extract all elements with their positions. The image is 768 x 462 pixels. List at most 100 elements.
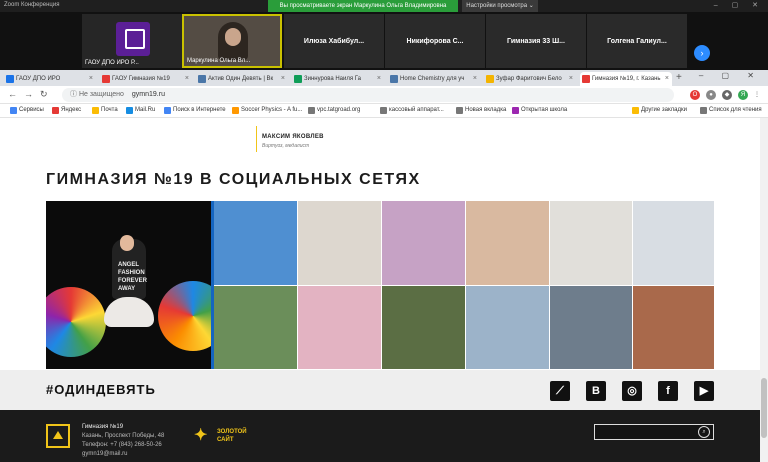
reload-icon[interactable]: ↻	[40, 89, 48, 100]
opera-extension-icon[interactable]: O	[690, 90, 700, 100]
menu-icon[interactable]: ⋮	[752, 90, 762, 100]
extension-icon[interactable]: ●	[706, 90, 716, 100]
gold-site-label[interactable]: ЗОЛОТОЙ САЙТ	[217, 428, 247, 444]
tab-favicon-icon	[486, 75, 494, 83]
close-tab-icon[interactable]: ×	[377, 72, 381, 86]
bookmark-label: Список для чтения	[709, 107, 762, 113]
bookmark-item[interactable]: vpc.tatgroad.org	[308, 107, 361, 114]
puzzle-icon[interactable]: ◆	[722, 90, 732, 100]
address-bar: ← → ↻ ⓘ Не защищено gymn19.ru O ● ◆ Я ⋮	[0, 86, 768, 104]
social-photo[interactable]	[382, 201, 465, 285]
browser-tab[interactable]: Зиннурова Наиля Га ×	[292, 72, 384, 86]
browser-tab[interactable]: ГАОУ Гимназия №19 ×	[100, 72, 192, 86]
participant-tile-markulina[interactable]: Маркулина Ольга Вл...	[182, 14, 282, 68]
close-tab-icon[interactable]: ×	[89, 72, 93, 86]
browser-tab[interactable]: ГАОУ ДПО ИРО ×	[4, 72, 96, 86]
close-tab-icon[interactable]: ×	[473, 72, 477, 86]
gymnasium-logo-icon[interactable]	[46, 424, 70, 448]
social-photo[interactable]	[382, 286, 465, 369]
instagram-icon[interactable]: ◎	[622, 381, 642, 401]
social-photo[interactable]	[214, 201, 297, 285]
bookmark-item[interactable]: Новая вкладка	[456, 107, 506, 114]
globe-icon	[456, 107, 463, 114]
social-photo[interactable]	[550, 201, 632, 285]
social-photo[interactable]	[298, 286, 381, 369]
participant-tile[interactable]: Илюза Хабибул...	[284, 14, 384, 68]
profile-avatar[interactable]: Я	[738, 90, 748, 100]
umbrella-icon	[46, 287, 106, 357]
bookmark-item[interactable]: Яндекс	[52, 107, 82, 114]
url-text: gymn19.ru	[131, 91, 165, 98]
footer-search-input[interactable]	[594, 424, 714, 440]
globe-icon	[380, 107, 387, 114]
gold-site-icon[interactable]: ✦	[194, 426, 212, 446]
back-icon[interactable]: ←	[8, 89, 17, 99]
bookmark-item[interactable]: Soccer Physics - A fu...	[232, 107, 302, 114]
participant-name: Голгена Галиул...	[607, 38, 667, 45]
bookmark-item[interactable]: Другие закладки	[632, 107, 687, 114]
bookmark-label: Яндекс	[61, 107, 82, 113]
social-photo[interactable]	[466, 201, 549, 285]
web-page: МАКСИМ ЯКОВЛЕВ Виртуоз, медалист ГИМНАЗИ…	[0, 118, 768, 462]
browser-tab-active[interactable]: Гимназия №19, г. Казань ×	[580, 72, 672, 86]
participant-caption: ГАОУ ДПО ИРО Р...	[85, 60, 139, 66]
close-tab-icon[interactable]: ×	[569, 72, 573, 86]
social-photo[interactable]	[298, 201, 381, 285]
tab-label: Зуфар Фаритович Бело	[496, 76, 562, 82]
participant-face	[225, 28, 241, 46]
social-photo[interactable]	[633, 286, 714, 369]
adobe-icon[interactable]: ⟋	[550, 381, 570, 401]
browser-tab[interactable]: Зуфар Фаритович Бело ×	[484, 72, 576, 86]
author-name: МАКСИМ ЯКОВЛЕВ	[262, 134, 324, 140]
browser-tab[interactable]: Home Chemistry для уч ×	[388, 72, 480, 86]
search-icon[interactable]: ⌕	[698, 426, 710, 438]
not-secure-label[interactable]: ⓘ Не защищено	[70, 91, 124, 98]
bookmark-item[interactable]: Список для чтения	[700, 107, 762, 114]
social-photo[interactable]	[550, 286, 632, 369]
bookmark-item[interactable]: Mail.Ru	[126, 107, 155, 114]
social-photo[interactable]	[633, 201, 714, 285]
zoom-window-controls[interactable]: – ▢ ✕	[714, 1, 764, 9]
bookmark-item[interactable]: кассовый аппарат...	[380, 107, 444, 114]
tab-favicon-icon	[102, 75, 110, 83]
hashtag-bar: #ОДИНДЕВЯТЬ ⟋ В ◎ f ▶	[0, 370, 768, 410]
social-photo[interactable]	[214, 286, 297, 369]
new-tab-icon[interactable]: +	[676, 72, 682, 83]
page-scrollbar[interactable]	[760, 118, 768, 462]
bookmark-item[interactable]: Сервисы	[10, 107, 44, 114]
vk-icon[interactable]: В	[586, 381, 606, 401]
featured-photo[interactable]: ANGEL FASHION FOREVER AWAY	[46, 201, 214, 369]
participant-tile[interactable]: Никифорова С...	[385, 14, 485, 68]
bookmark-item[interactable]: Открытая школа	[512, 107, 567, 114]
bookmark-label: кассовый аппарат...	[389, 107, 444, 113]
url-input[interactable]: ⓘ Не защищено gymn19.ru	[62, 88, 674, 102]
social-photo[interactable]	[466, 286, 549, 369]
close-tab-icon[interactable]: ×	[665, 72, 669, 86]
participant-strip: ГАОУ ДПО ИРО Р... Маркулина Ольга Вл... …	[0, 12, 768, 70]
bookmark-item[interactable]: Почта	[92, 107, 118, 114]
close-tab-icon[interactable]: ×	[185, 72, 189, 86]
participant-caption: Маркулина Ольга Вл...	[187, 58, 251, 64]
participant-tile-iro[interactable]: ГАОУ ДПО ИРО Р...	[82, 14, 182, 68]
bookmark-label: vpc.tatgroad.org	[317, 107, 361, 113]
bookmark-item[interactable]: Поиск в Интернете	[164, 107, 226, 114]
umbrella-icon	[158, 281, 214, 351]
tab-label: Зиннурова Наиля Га	[304, 76, 362, 82]
apps-icon	[10, 107, 17, 114]
footer-school-name: Гимназия №19	[82, 424, 124, 430]
facebook-icon[interactable]: f	[658, 381, 678, 401]
browser-tab[interactable]: Актив Один Девять | Вк ×	[196, 72, 288, 86]
youtube-icon[interactable]: ▶	[694, 381, 714, 401]
scrollbar-thumb[interactable]	[761, 378, 767, 438]
forward-icon[interactable]: →	[24, 89, 33, 99]
next-participants-icon[interactable]: ›	[694, 45, 710, 61]
close-tab-icon[interactable]: ×	[281, 72, 285, 86]
author-accent-bar	[256, 126, 257, 152]
tab-favicon-icon	[6, 75, 14, 83]
view-options-button[interactable]: Настройки просмотра ⌄	[462, 0, 538, 12]
participant-tile[interactable]: Гимназия 33 Ш...	[486, 14, 586, 68]
footer-email[interactable]: gymn19@mail.ru	[82, 451, 127, 457]
browser-window-controls[interactable]: – ▢ ✕	[699, 71, 762, 80]
participant-tile[interactable]: Голгена Галиул...	[587, 14, 687, 68]
tab-label: Актив Один Девять | Вк	[208, 76, 274, 82]
